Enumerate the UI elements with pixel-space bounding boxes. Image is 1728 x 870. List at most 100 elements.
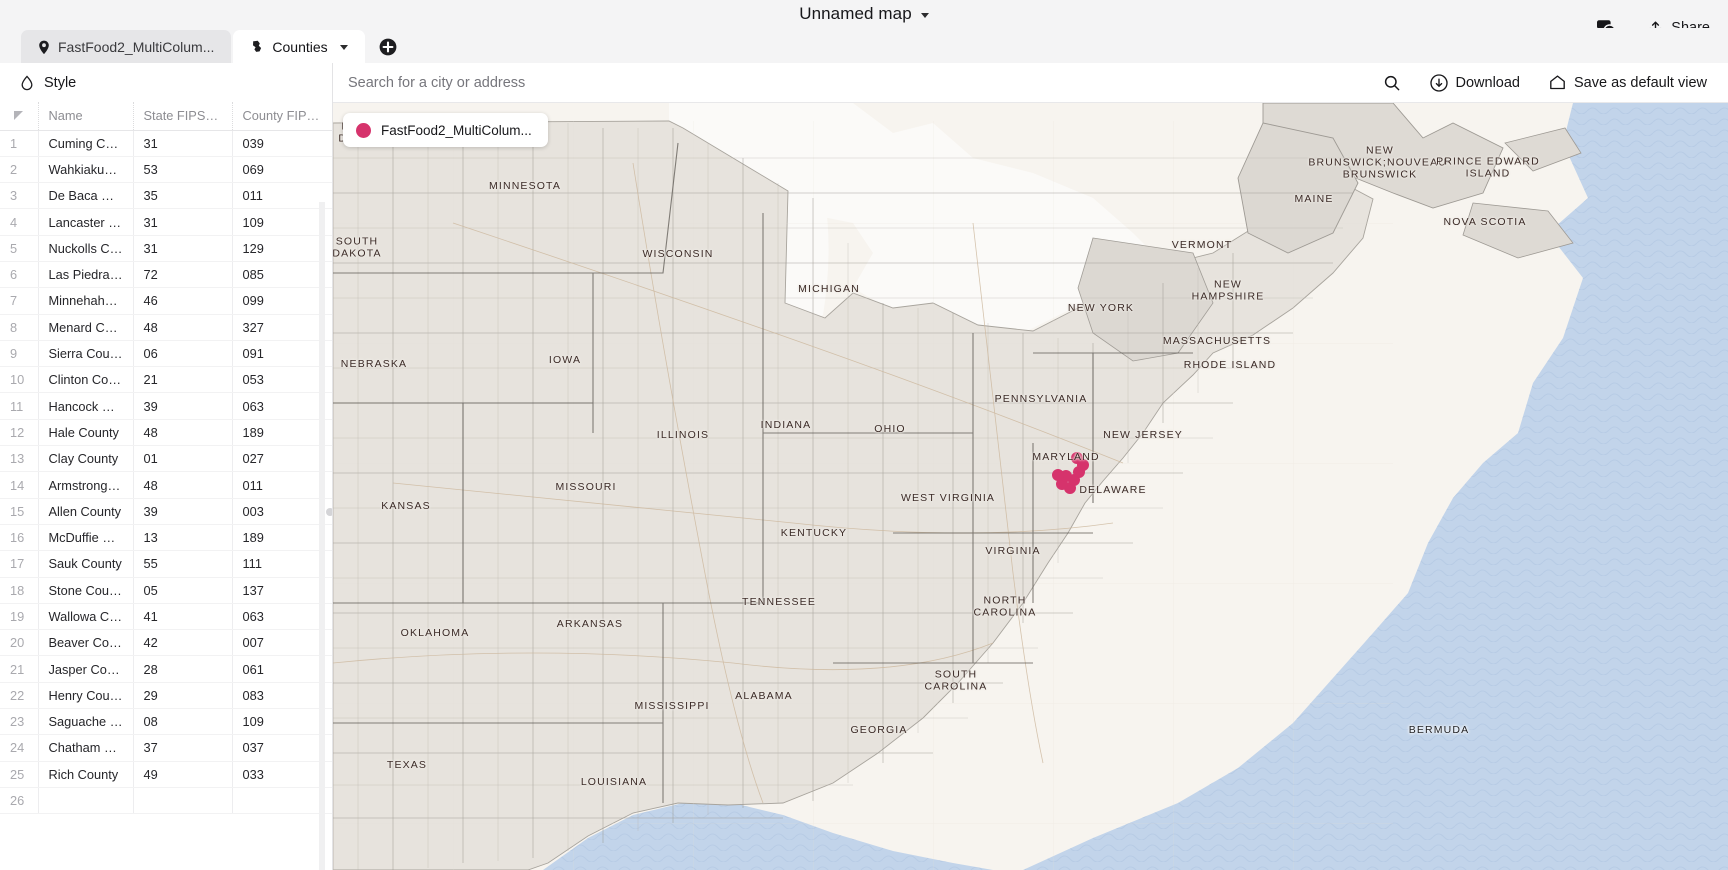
table-cell[interactable]: Wahkiakum ... [38,156,133,182]
table-cell[interactable]: 06 [133,340,232,366]
table-cell[interactable]: 011 [232,183,332,209]
table-cell[interactable]: 29 [133,682,232,708]
table-cell[interactable]: Jasper County [38,656,133,682]
table-cell[interactable]: Saguache Co... [38,709,133,735]
table-cell[interactable]: 53 [133,156,232,182]
row-index[interactable]: 4 [0,209,38,235]
table-cell[interactable]: 137 [232,577,332,603]
table-cell[interactable]: Las Piedras ... [38,261,133,287]
table-row[interactable]: 11Hancock Cou...39063 [0,393,332,419]
table-cell[interactable]: Sauk County [38,551,133,577]
table-row[interactable]: 2Wahkiakum ...53069 [0,156,332,182]
table-cell[interactable]: 49 [133,761,232,787]
row-index[interactable]: 10 [0,367,38,393]
table-cell[interactable]: 111 [232,551,332,577]
table-cell[interactable]: 085 [232,261,332,287]
table-cell[interactable]: De Baca Cou... [38,183,133,209]
table-cell[interactable]: Clinton Coun... [38,367,133,393]
table-cell[interactable]: 35 [133,183,232,209]
tab-fastfood2[interactable]: FastFood2_MultiColum... [21,30,231,63]
table-cell[interactable]: 41 [133,603,232,629]
table-row[interactable]: 15Allen County39003 [0,498,332,524]
table-cell[interactable]: 099 [232,288,332,314]
table-cell[interactable]: Hale County [38,419,133,445]
row-index[interactable]: 8 [0,314,38,340]
table-cell[interactable]: Minnehaha C... [38,288,133,314]
sidebar-resize-handle[interactable] [326,508,333,516]
table-cell[interactable]: 48 [133,314,232,340]
table-cell[interactable]: 39 [133,393,232,419]
table-cell[interactable]: 007 [232,630,332,656]
table-cell[interactable]: 31 [133,235,232,261]
table-cell[interactable]: McDuffie Co... [38,524,133,550]
table-cell[interactable]: 053 [232,367,332,393]
table-row[interactable]: 22Henry County29083 [0,682,332,708]
table-row[interactable]: 3De Baca Cou...35011 [0,183,332,209]
table-cell[interactable]: Rich County [38,761,133,787]
table-cell[interactable]: 083 [232,682,332,708]
table-cell[interactable]: 061 [232,656,332,682]
table-row[interactable]: 23Saguache Co...08109 [0,709,332,735]
table-cell[interactable]: 21 [133,367,232,393]
table-cell[interactable]: 011 [232,472,332,498]
search-input[interactable] [333,75,1381,91]
table-cell[interactable]: Henry County [38,682,133,708]
table-cell[interactable]: 063 [232,393,332,419]
table-cell[interactable]: Beaver County [38,630,133,656]
table-cell[interactable]: 39 [133,498,232,524]
table-cell[interactable]: 039 [232,130,332,156]
table-cell[interactable]: 72 [133,261,232,287]
row-index[interactable]: 12 [0,419,38,445]
table-cell[interactable]: 033 [232,761,332,787]
map-legend-chip[interactable]: FastFood2_MultiColum... [343,113,548,147]
table-row[interactable]: 21Jasper County28061 [0,656,332,682]
row-index[interactable]: 11 [0,393,38,419]
table-cell[interactable]: Wallowa Cou... [38,603,133,629]
table-row[interactable]: 6Las Piedras ...72085 [0,261,332,287]
table-cell[interactable]: 109 [232,709,332,735]
row-index[interactable]: 2 [0,156,38,182]
row-index[interactable]: 5 [0,235,38,261]
download-button[interactable]: Download [1427,69,1523,97]
table-cell[interactable] [232,787,332,813]
column-header-county-fips[interactable]: County FIPS ... [232,102,332,130]
table-cell[interactable]: 13 [133,524,232,550]
row-index[interactable]: 1 [0,130,38,156]
map-marker[interactable] [1071,452,1083,464]
table-cell[interactable]: 327 [232,314,332,340]
table-cell[interactable]: 037 [232,735,332,761]
chevron-down-icon[interactable] [340,45,348,50]
table-cell[interactable]: Clay County [38,446,133,472]
map-canvas[interactable]: NORTH DAKOTASOUTH DAKOTAMINNESOTAWISCONS… [333,103,1728,870]
table-cell[interactable]: Nuckolls Cou... [38,235,133,261]
table-cell[interactable]: Menard Cou... [38,314,133,340]
table-cell[interactable]: 28 [133,656,232,682]
row-index[interactable]: 19 [0,603,38,629]
attribute-table[interactable]: Name State FIPS co... County FIPS ... 1C… [0,102,332,870]
table-cell[interactable]: 063 [232,603,332,629]
table-cell[interactable]: Sierra County [38,340,133,366]
row-index[interactable]: 20 [0,630,38,656]
table-cell[interactable]: Chatham Co... [38,735,133,761]
table-cell[interactable]: 01 [133,446,232,472]
save-default-view-button[interactable]: Save as default view [1546,69,1709,96]
table-row[interactable]: 25Rich County49033 [0,761,332,787]
table-row[interactable]: 20Beaver County42007 [0,630,332,656]
row-index[interactable]: 17 [0,551,38,577]
table-row[interactable]: 26 [0,787,332,813]
table-cell[interactable]: 48 [133,419,232,445]
table-row[interactable]: 10Clinton Coun...21053 [0,367,332,393]
chevron-down-icon[interactable] [921,13,929,18]
row-index[interactable]: 16 [0,524,38,550]
add-layer-button[interactable] [377,36,399,58]
table-cell[interactable]: Armstrong C... [38,472,133,498]
table-row[interactable]: 19Wallowa Cou...41063 [0,603,332,629]
table-row[interactable]: 9Sierra County06091 [0,340,332,366]
tab-counties[interactable]: Counties [233,30,364,63]
table-row[interactable]: 1Cuming Cou...31039 [0,130,332,156]
table-cell[interactable]: 42 [133,630,232,656]
style-button[interactable]: Style [0,63,332,102]
table-row[interactable]: 17Sauk County55111 [0,551,332,577]
table-row[interactable]: 5Nuckolls Cou...31129 [0,235,332,261]
table-cell[interactable]: 08 [133,709,232,735]
